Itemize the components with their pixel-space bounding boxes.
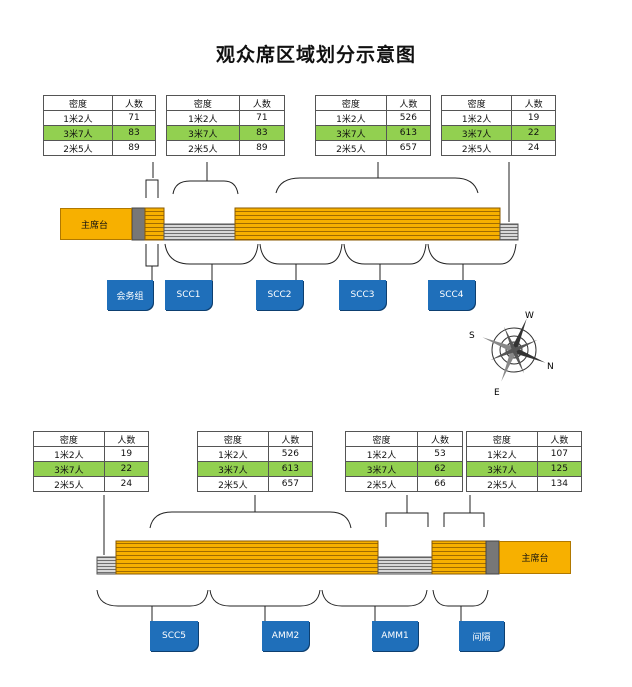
gray-divider xyxy=(485,540,500,575)
seat-block xyxy=(234,207,501,241)
compass-south: S xyxy=(469,331,475,341)
stage-bottom: 主席台 xyxy=(499,541,571,574)
zone-label: SCC5 xyxy=(150,621,198,651)
seat-block xyxy=(144,207,165,241)
zone-label: AMM2 xyxy=(262,621,309,651)
compass-icon xyxy=(482,318,546,382)
stage-top: 主席台 xyxy=(60,208,132,240)
zone-label: SCC4 xyxy=(428,280,475,310)
aisle-rows xyxy=(499,223,519,241)
zone-label: 间隔 xyxy=(459,621,504,651)
seat-block xyxy=(115,540,379,575)
compass-east: E xyxy=(494,388,500,398)
stage-label: 主席台 xyxy=(81,220,109,231)
compass-north: N xyxy=(547,362,554,372)
aisle-rows xyxy=(163,223,236,241)
gray-divider xyxy=(131,207,146,241)
zone-label: SCC2 xyxy=(256,280,303,310)
zone-label: AMM1 xyxy=(372,621,418,651)
compass-west: W xyxy=(525,311,534,321)
layout-diagram: N S W E xyxy=(96,162,554,622)
zone-label: SCC1 xyxy=(165,280,212,310)
aisle-rows xyxy=(96,556,117,575)
aisle-rows xyxy=(377,556,433,575)
stage-label: 主席台 xyxy=(521,554,549,564)
seat-block xyxy=(431,540,487,575)
zone-label: SCC3 xyxy=(339,280,386,310)
zone-label: 会务组 xyxy=(107,280,153,310)
